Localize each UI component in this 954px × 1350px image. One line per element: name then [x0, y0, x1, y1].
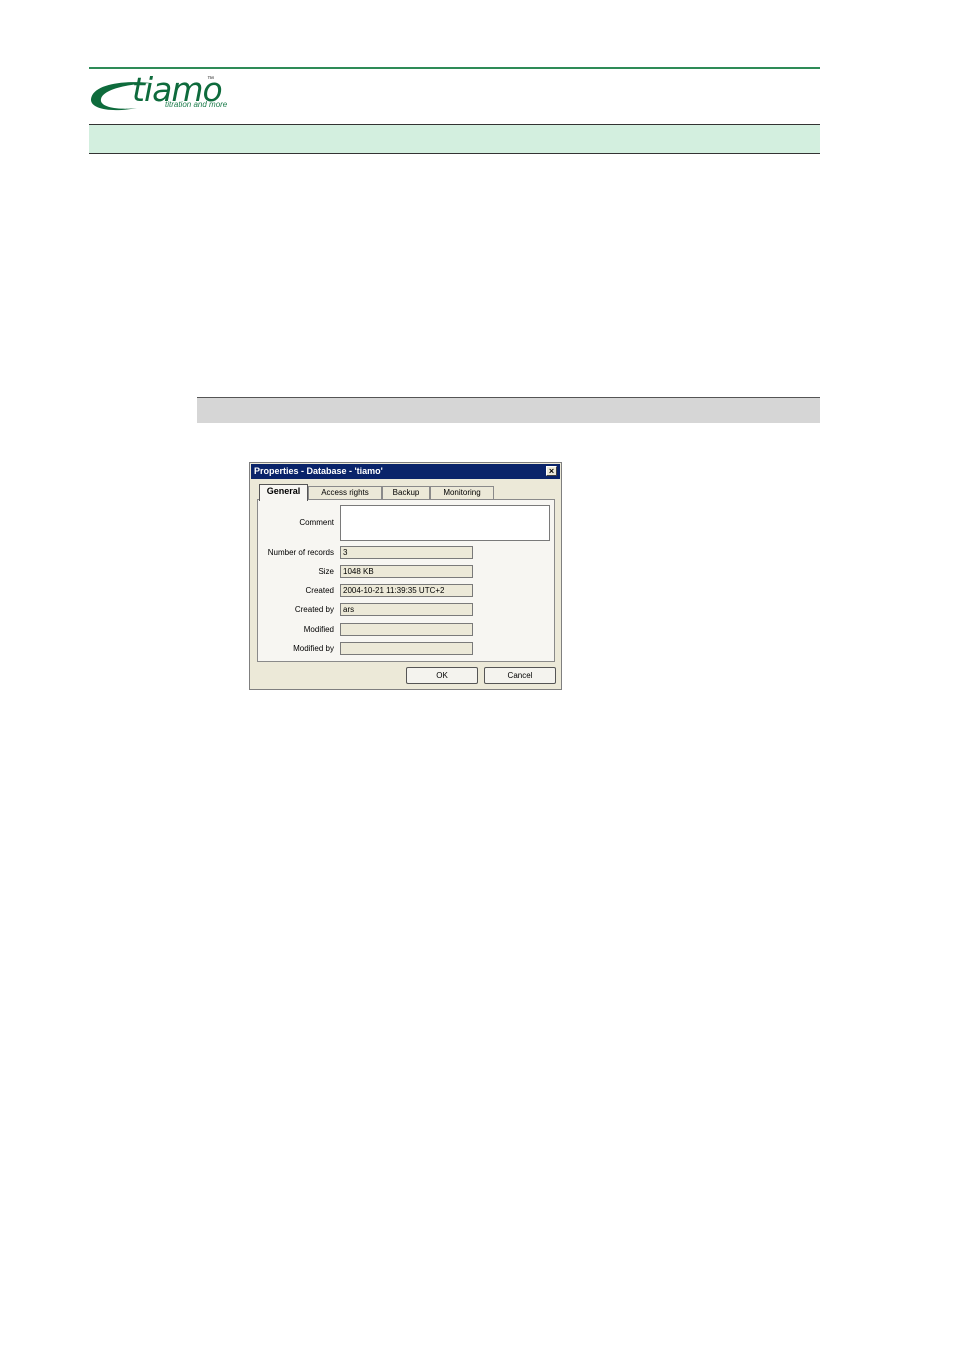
tab-access-rights[interactable]: Access rights — [308, 486, 382, 500]
logo-trademark: ™ — [207, 76, 214, 83]
tab-monitoring-label: Monitoring — [443, 488, 481, 497]
size-label: Size — [318, 567, 334, 576]
modified-label: Modified — [303, 625, 334, 634]
modified-by-field — [340, 642, 473, 655]
comment-field[interactable] — [340, 505, 550, 541]
cancel-button[interactable]: Cancel — [484, 667, 556, 684]
size-field: 1048 KB — [340, 565, 473, 578]
modified-field — [340, 623, 473, 636]
header-rule — [89, 67, 820, 69]
tab-general[interactable]: General — [259, 484, 308, 501]
tiamo-logo: tiamo ™ titration and more — [89, 70, 249, 120]
created-field: 2004-10-21 11:39:35 UTC+2 — [340, 584, 473, 597]
dialog-title: Properties - Database - 'tiamo' — [254, 466, 383, 476]
comment-label: Comment — [299, 518, 334, 527]
tab-access-rights-label: Access rights — [321, 488, 369, 497]
properties-dialog: Properties - Database - 'tiamo' × Genera… — [249, 462, 562, 690]
header-band — [89, 124, 820, 154]
logo-tagline: titration and more — [165, 100, 228, 109]
close-icon: × — [548, 466, 555, 476]
number-of-records-label: Number of records — [267, 548, 334, 557]
close-button[interactable]: × — [546, 466, 557, 476]
ok-button[interactable]: OK — [406, 667, 478, 684]
tab-backup-label: Backup — [392, 488, 420, 497]
tab-general-label: General — [266, 486, 301, 496]
dialog-titlebar: Properties - Database - 'tiamo' × — [251, 464, 560, 479]
created-by-field: ars — [340, 603, 473, 616]
section-band — [197, 397, 820, 423]
created-by-label: Created by — [294, 605, 334, 614]
tab-backup[interactable]: Backup — [382, 486, 430, 500]
number-of-records-field: 3 — [340, 546, 473, 559]
modified-by-label: Modified by — [293, 644, 334, 653]
created-label: Created — [305, 586, 334, 595]
tab-monitoring[interactable]: Monitoring — [430, 486, 494, 500]
general-tab-panel: Comment Number of records 3 Size 1048 KB… — [257, 499, 555, 662]
